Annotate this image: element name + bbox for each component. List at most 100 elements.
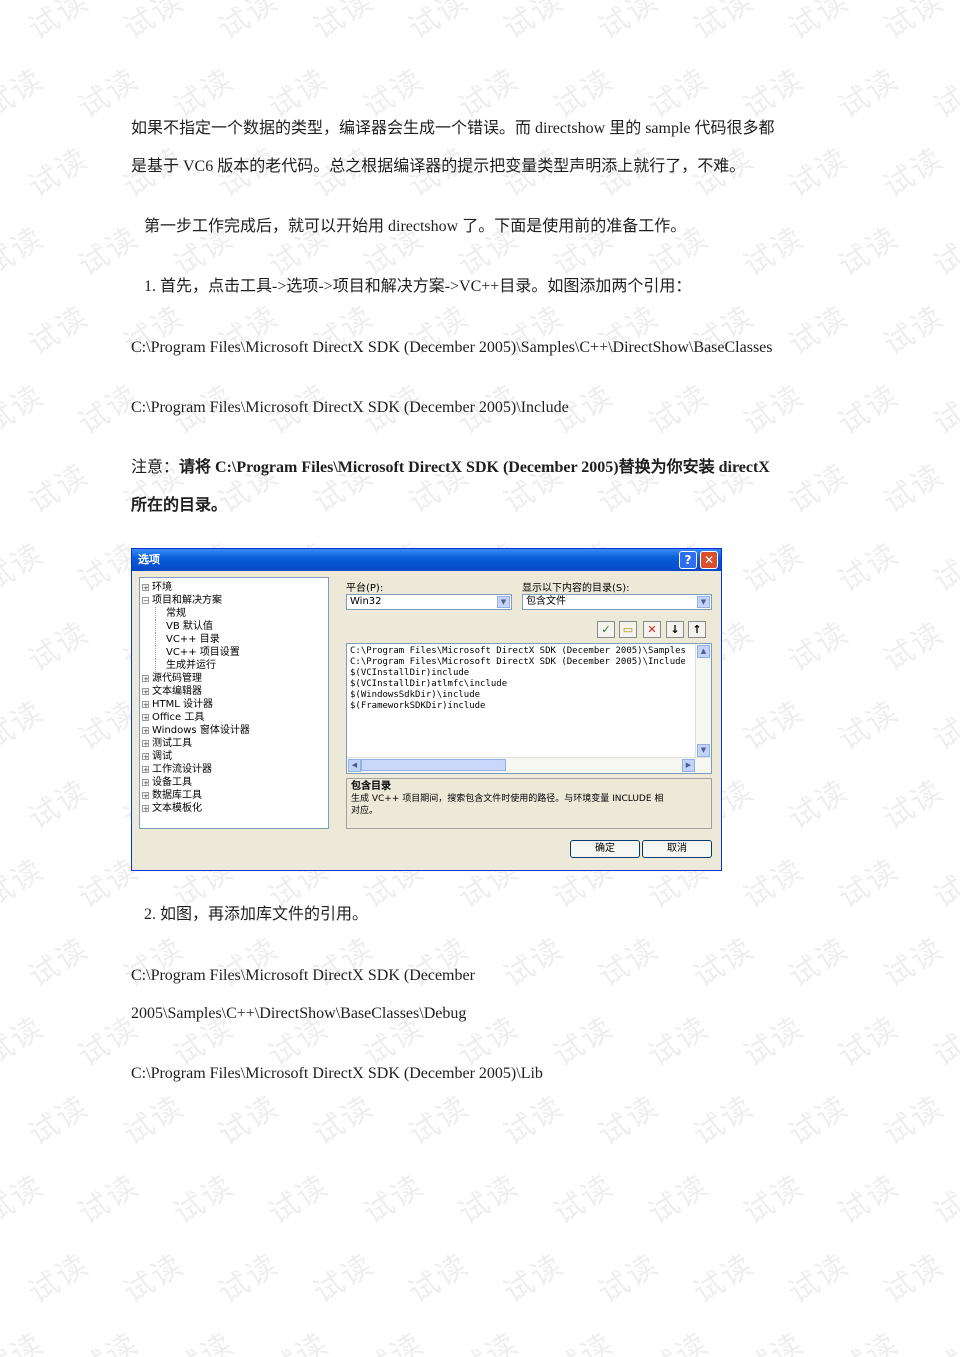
paragraph-2: 第一步工作完成后，就可以开始用 directshow 了。下面是使用前的准备工作…	[144, 218, 687, 235]
tree-item-label: 数据库工具	[152, 790, 202, 801]
tree-item-label: 文本模板化	[152, 803, 202, 814]
tree-item[interactable]: VB 默认值	[142, 620, 326, 633]
chevron-down-icon[interactable]: ▼	[697, 596, 710, 608]
path-debug-line-2: 2005\Samples\C++\DirectShow\BaseClasses\…	[131, 1005, 467, 1022]
note-bold-text: 请将 C:\Program Files\Microsoft DirectX SD…	[179, 459, 770, 476]
description-panel: 包含目录 生成 VC++ 项目期间，搜索包含文件时使用的路径。与环境变量 INC…	[346, 778, 712, 829]
horizontal-scrollbar[interactable]: ◀ ▶	[347, 757, 711, 773]
tree-item-label: Office 工具	[152, 712, 205, 723]
step-1-text: 1. 首先，点击工具->选项->项目和解决方案->VC++目录。如图添加两个引用…	[144, 278, 692, 295]
scroll-left-icon[interactable]: ◀	[348, 759, 361, 772]
directory-row[interactable]: $(VCInstallDir)include	[347, 668, 685, 679]
vertical-scrollbar[interactable]: ▲ ▼	[695, 644, 711, 758]
step-2-text: 2. 如图，再添加库文件的引用。	[144, 906, 369, 923]
tree-item[interactable]: VC++ 项目设置	[142, 646, 326, 659]
tree-item[interactable]: + Windows 窗体设计器	[142, 724, 326, 737]
tree-item[interactable]: + 源代码管理	[142, 672, 326, 685]
expander-icon[interactable]: −	[142, 596, 149, 604]
path-lib: C:\Program Files\Microsoft DirectX SDK (…	[131, 1065, 543, 1082]
directory-list[interactable]: C:\Program Files\Microsoft DirectX SDK (…	[346, 643, 712, 774]
expander-icon[interactable]: +	[142, 752, 149, 760]
tree-item[interactable]: VC++ 目录	[142, 633, 326, 646]
tree-item[interactable]: + 测试工具	[142, 737, 326, 750]
tree-item[interactable]: + 设备工具	[142, 776, 326, 789]
tree-item-label: VB 默认值	[166, 621, 213, 632]
ok-button[interactable]: 确定	[570, 840, 640, 858]
tree-item[interactable]: + 文本模板化	[142, 802, 326, 815]
directory-row[interactable]: $(FrameworkSDKDir)include	[347, 701, 685, 712]
expander-icon[interactable]: +	[142, 804, 149, 812]
show-dirs-label: 显示以下内容的目录(S):	[522, 583, 630, 594]
tree-item-label: 调试	[152, 751, 172, 762]
directory-row[interactable]: C:\Program Files\Microsoft DirectX SDK (…	[347, 657, 685, 668]
help-button[interactable]: ?	[679, 551, 697, 569]
tree-item-label: 源代码管理	[152, 673, 202, 684]
expander-icon[interactable]: +	[142, 674, 149, 682]
tree-item[interactable]: 生成并运行	[142, 659, 326, 672]
directory-row[interactable]: $(WindowsSdkDir)\include	[347, 690, 685, 701]
tree-item[interactable]: − 项目和解决方案	[142, 594, 326, 607]
show-dirs-value: 包含文件	[526, 596, 566, 607]
tree-item[interactable]: + HTML 设计器	[142, 698, 326, 711]
scroll-right-icon[interactable]: ▶	[682, 759, 695, 772]
check-icon[interactable]: ✓	[597, 621, 615, 638]
tree-item[interactable]: + 调试	[142, 750, 326, 763]
show-dirs-select[interactable]: 包含文件 ▼	[522, 594, 712, 610]
tree-item-label: VC++ 目录	[166, 634, 220, 645]
directory-row[interactable]: $(VCInstallDir)atlmfc\include	[347, 679, 685, 690]
tree-item[interactable]: + 环境	[142, 581, 326, 594]
path-debug-line-1: C:\Program Files\Microsoft DirectX SDK (…	[131, 967, 475, 984]
tree-item-label: 设备工具	[152, 777, 192, 788]
tree-item[interactable]: + 数据库工具	[142, 789, 326, 802]
move-up-icon[interactable]: ↑	[688, 621, 706, 638]
chevron-down-icon[interactable]: ▼	[497, 596, 510, 608]
tree-item[interactable]: 常规	[142, 607, 326, 620]
tree-item[interactable]: + 文本编辑器	[142, 685, 326, 698]
tree-item-label: Windows 窗体设计器	[152, 725, 250, 736]
tree-item-label: 测试工具	[152, 738, 192, 749]
tree-item-label: HTML 设计器	[152, 699, 214, 710]
expander-icon[interactable]: +	[142, 791, 149, 799]
directory-row[interactable]: C:\Program Files\Microsoft DirectX SDK (…	[347, 646, 685, 657]
platform-label: 平台(P):	[346, 583, 384, 594]
platform-value: Win32	[350, 596, 382, 607]
tree-item[interactable]: + Office 工具	[142, 711, 326, 724]
delete-icon[interactable]: ✕	[643, 621, 661, 638]
path-baseclasses: C:\Program Files\Microsoft DirectX SDK (…	[131, 339, 773, 356]
expander-icon[interactable]: +	[142, 726, 149, 734]
tree-item-label: 项目和解决方案	[152, 595, 222, 606]
note-prefix: 注意：	[131, 459, 180, 476]
cancel-button[interactable]: 取消	[642, 840, 712, 858]
expander-icon[interactable]: +	[142, 739, 149, 747]
close-button[interactable]: ✕	[700, 551, 718, 569]
platform-select[interactable]: Win32 ▼	[346, 594, 512, 610]
horizontal-scroll-thumb[interactable]	[361, 759, 506, 771]
expander-icon[interactable]: +	[142, 687, 149, 695]
tree-item-label: 常规	[166, 608, 186, 619]
document-page: 如果不指定一个数据的类型，编译器会生成一个错误。而 directshow 里的 …	[0, 0, 960, 1357]
expander-icon[interactable]: +	[142, 583, 149, 591]
tree-item-label: 工作流设计器	[152, 764, 212, 775]
note-line-2: 所在的目录。	[131, 497, 228, 514]
scroll-up-icon[interactable]: ▲	[697, 645, 710, 658]
paragraph-1-line-2: 是基于 VC6 版本的老代码。总之根据编译器的提示把变量类型声明添上就行了，不难…	[131, 158, 746, 175]
options-dialog: 选项 ? ✕ + 环境 − 项目和解决方案 常规 VB 默认值 VC++ 目录 VC++ 项目…	[131, 548, 722, 871]
tree-item-label: 生成并运行	[166, 660, 216, 671]
tree-item-label: VC++ 项目设置	[166, 647, 240, 658]
expander-icon[interactable]: +	[142, 778, 149, 786]
expander-icon[interactable]: +	[142, 700, 149, 708]
new-folder-icon[interactable]: ▭	[619, 621, 637, 638]
tree-item[interactable]: + 工作流设计器	[142, 763, 326, 776]
expander-icon[interactable]: +	[142, 765, 149, 773]
expander-icon[interactable]: +	[142, 713, 149, 721]
tree-item-label: 文本编辑器	[152, 686, 202, 697]
scroll-down-icon[interactable]: ▼	[697, 744, 710, 757]
tree-item-label: 环境	[152, 582, 172, 593]
path-include: C:\Program Files\Microsoft DirectX SDK (…	[131, 399, 569, 416]
note-line-1: 注意：请将 C:\Program Files\Microsoft DirectX…	[131, 458, 770, 478]
move-down-icon[interactable]: ↓	[666, 621, 684, 638]
dialog-title: 选项	[138, 553, 160, 566]
description-text: 生成 VC++ 项目期间，搜索包含文件时使用的路径。与环境变量 INCLUDE …	[351, 794, 664, 816]
options-tree: + 环境 − 项目和解决方案 常规 VB 默认值 VC++ 目录 VC++ 项目设置 生成并运行…	[139, 577, 329, 829]
paragraph-1-line-1: 如果不指定一个数据的类型，编译器会生成一个错误。而 directshow 里的 …	[131, 120, 775, 137]
